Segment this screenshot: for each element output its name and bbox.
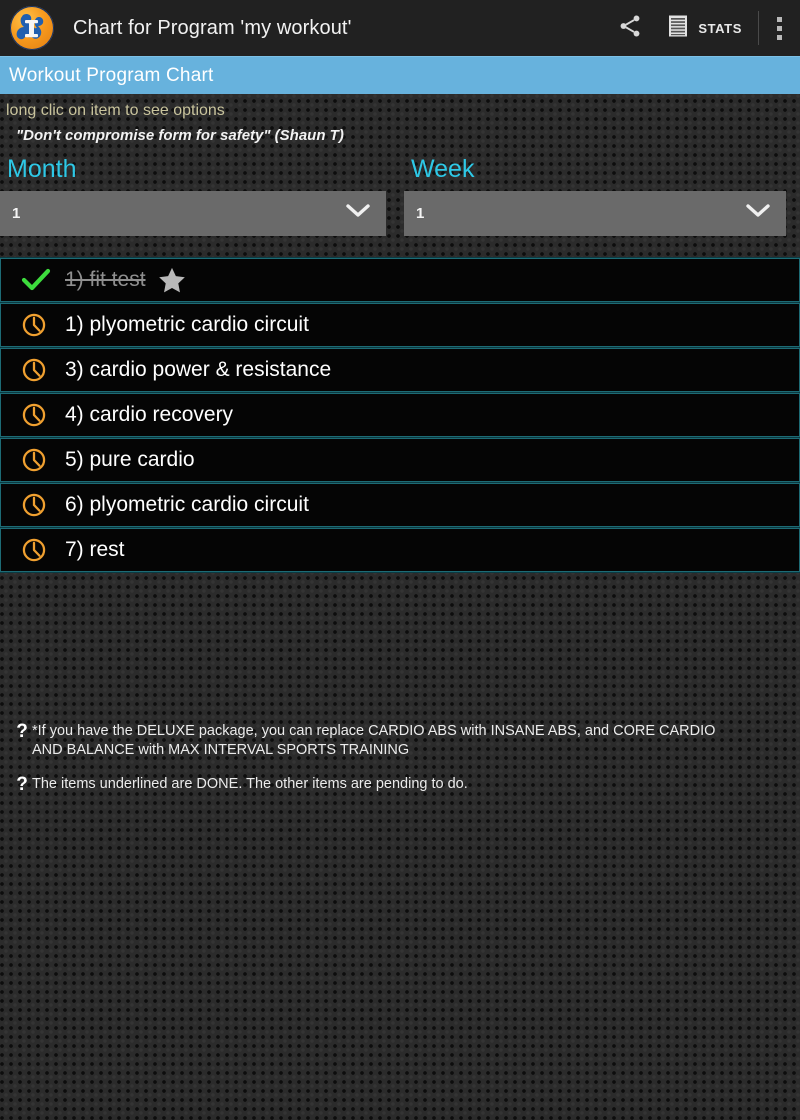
list-item-label: 6) plyometric cardio circuit: [65, 493, 309, 517]
toolbar-divider: [758, 11, 759, 45]
list-item-label: 3) cardio power & resistance: [65, 358, 332, 382]
note-item: ? The items underlined are DONE. The oth…: [16, 774, 788, 795]
app-root: Chart for Program 'my workout' STATS Wor…: [0, 0, 800, 1120]
list-item-label: 7) rest: [65, 538, 125, 562]
stats-button[interactable]: STATS: [655, 0, 756, 56]
clock-icon: [21, 312, 57, 338]
list-item[interactable]: 4) cardio recovery: [0, 393, 800, 438]
hint-text: long clic on item to see options: [6, 102, 225, 119]
list-item[interactable]: 1) plyometric cardio circuit: [0, 303, 800, 348]
question-mark-icon: ?: [16, 773, 28, 795]
week-selector-group: Week 1: [404, 154, 786, 237]
overflow-menu-button[interactable]: [761, 0, 800, 56]
week-dropdown[interactable]: 1: [404, 191, 786, 237]
muscle-figure-app-icon: [10, 6, 54, 50]
month-selector-group: Month 1: [0, 154, 386, 237]
clock-icon: [21, 537, 57, 563]
list-item[interactable]: 1) fit test: [0, 258, 800, 303]
page-title: Chart for Program 'my workout': [73, 16, 352, 39]
workout-list: 1) fit test 1) plyometric cardio circuit: [0, 258, 800, 573]
question-mark-icon: ?: [16, 721, 28, 743]
chevron-down-icon: [344, 202, 372, 225]
selectors-container: Month 1 Week 1: [0, 144, 800, 237]
footer-notes: ? *If you have the DELUXE package, you c…: [0, 722, 800, 794]
list-item-label: 1) fit test: [65, 268, 146, 292]
note-item: ? *If you have the DELUXE package, you c…: [16, 722, 788, 760]
clock-icon: [21, 447, 57, 473]
month-label: Month: [7, 155, 77, 183]
list-item-label: 1) plyometric cardio circuit: [65, 313, 309, 337]
share-button[interactable]: [605, 0, 655, 56]
month-value: 1: [12, 205, 21, 223]
overflow-menu-icon: [777, 16, 782, 40]
share-icon: [617, 13, 643, 44]
list-item[interactable]: 6) plyometric cardio circuit: [0, 483, 800, 528]
week-value: 1: [416, 205, 425, 223]
check-icon: [21, 267, 57, 293]
quote-text: "Don't compromise form for safety" (Shau…: [16, 127, 344, 144]
document-lines-icon: [667, 14, 689, 43]
note-text: *If you have the DELUXE package, you can…: [32, 723, 716, 759]
section-header-band: Workout Program Chart: [0, 56, 800, 94]
stats-label: STATS: [698, 20, 742, 36]
chevron-down-icon: [744, 202, 772, 225]
week-label: Week: [411, 155, 475, 183]
note-text: The items underlined are DONE. The other…: [32, 775, 468, 792]
list-item-label: 4) cardio recovery: [65, 403, 234, 427]
toolbar-actions: STATS: [605, 0, 800, 56]
top-toolbar: Chart for Program 'my workout' STATS: [0, 0, 800, 56]
list-item-label: 5) pure cardio: [65, 448, 195, 472]
clock-icon: [21, 402, 57, 428]
clock-icon: [21, 357, 57, 383]
section-header-title: Workout Program Chart: [9, 64, 214, 86]
clock-icon: [21, 492, 57, 518]
list-item[interactable]: 3) cardio power & resistance: [0, 348, 800, 393]
list-item[interactable]: 7) rest: [0, 528, 800, 573]
month-dropdown[interactable]: 1: [0, 191, 386, 237]
list-item[interactable]: 5) pure cardio: [0, 438, 800, 483]
star-icon: [157, 266, 187, 295]
